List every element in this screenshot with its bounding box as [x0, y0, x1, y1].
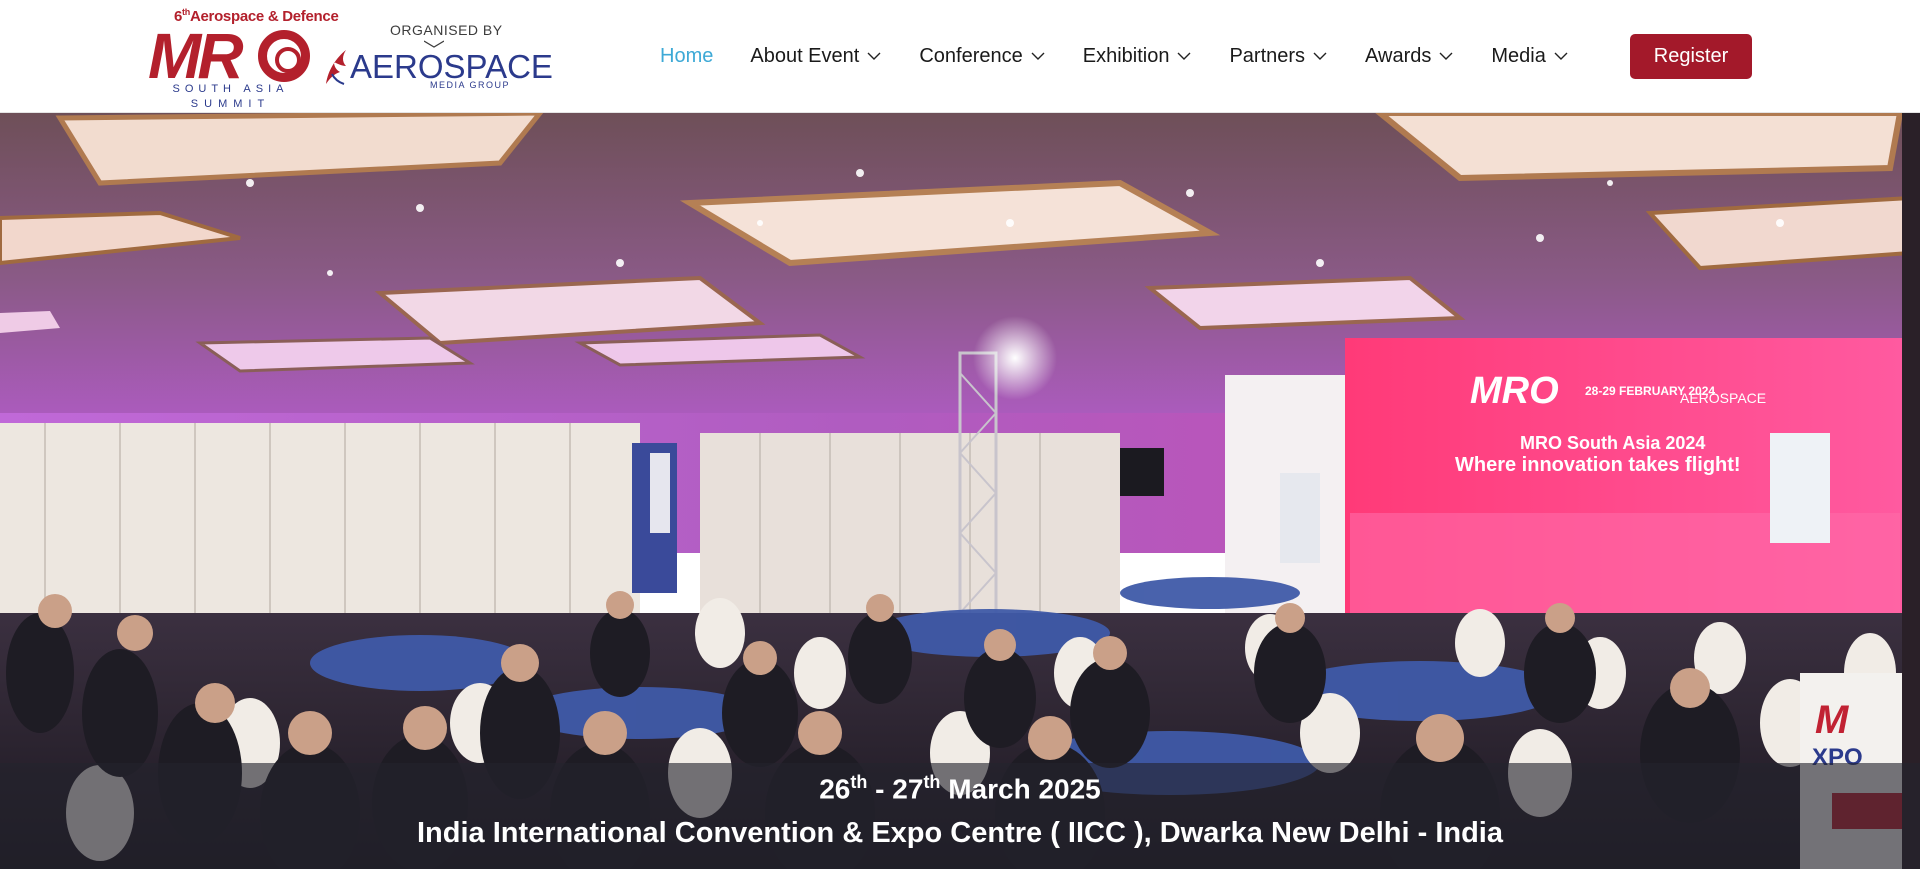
chevron-decor-icon — [424, 40, 444, 48]
nav-awards-label: Awards — [1365, 44, 1432, 67]
svg-text:MRO: MRO — [1470, 370, 1559, 412]
conference-hall-image: MRO 28-29 FEBRUARY 2024 AEROSPACE MRO So… — [0, 113, 1920, 869]
svg-text:AEROSPACE: AEROSPACE — [1680, 390, 1766, 406]
svg-text:Where innovation takes flight!: Where innovation takes flight! — [1455, 454, 1741, 476]
chevron-down-icon — [1554, 52, 1568, 60]
chevron-down-icon — [1031, 52, 1045, 60]
nav-home-label: Home — [660, 44, 714, 67]
chevron-down-icon — [1439, 52, 1453, 60]
nav-about-event[interactable]: About Event — [750, 45, 882, 68]
nav-media[interactable]: Media — [1491, 45, 1568, 68]
nav-conference-label: Conference — [919, 44, 1023, 67]
nav-home[interactable]: Home — [660, 45, 713, 68]
nav-conference[interactable]: Conference — [919, 45, 1045, 68]
logo-subtitle-south-asia: SOUTH ASIA — [172, 83, 289, 95]
main-nav: Home About Event Conference Exhibition P… — [660, 34, 1606, 78]
page-edge-strip — [1902, 113, 1920, 869]
nav-awards[interactable]: Awards — [1365, 45, 1454, 68]
event-dates: 26th - 27th March 2025 — [819, 772, 1101, 805]
register-button[interactable]: Register — [1630, 34, 1752, 79]
nav-exhibition-label: Exhibition — [1082, 44, 1170, 67]
nav-partners[interactable]: Partners — [1229, 45, 1328, 68]
mro-summit-logo[interactable]: 6thAerospace & Defence MR SOUTH ASIA SUM… — [148, 4, 339, 110]
chevron-down-icon — [1313, 52, 1327, 60]
media-group-label: MEDIA GROUP — [430, 80, 511, 90]
hero-banner-photo: MRO 28-29 FEBRUARY 2024 AEROSPACE MRO So… — [0, 113, 1920, 869]
event-venue: India International Convention & Expo Ce… — [416, 817, 1503, 849]
logo-o-ring-icon — [258, 30, 310, 82]
svg-text:MRO South Asia 2024: MRO South Asia 2024 — [1520, 433, 1705, 453]
aerospace-plane-icon — [326, 50, 346, 85]
logo-mro-letters: MR — [148, 20, 244, 92]
svg-text:M: M — [1815, 698, 1850, 742]
chevron-down-icon — [1177, 52, 1191, 60]
logo-subtitle-summit: SUMMIT — [190, 98, 271, 110]
nav-media-label: Media — [1491, 44, 1546, 67]
aerospace-media-group-logo[interactable]: AEROSPACE — [350, 50, 553, 84]
organised-by-label: ORGANISED BY — [390, 22, 503, 38]
site-header: 6thAerospace & Defence MR SOUTH ASIA SUM… — [0, 0, 1920, 113]
nav-about-event-label: About Event — [750, 44, 860, 67]
nav-partners-label: Partners — [1229, 44, 1306, 67]
nav-exhibition[interactable]: Exhibition — [1083, 45, 1193, 68]
chevron-down-icon — [867, 52, 881, 60]
